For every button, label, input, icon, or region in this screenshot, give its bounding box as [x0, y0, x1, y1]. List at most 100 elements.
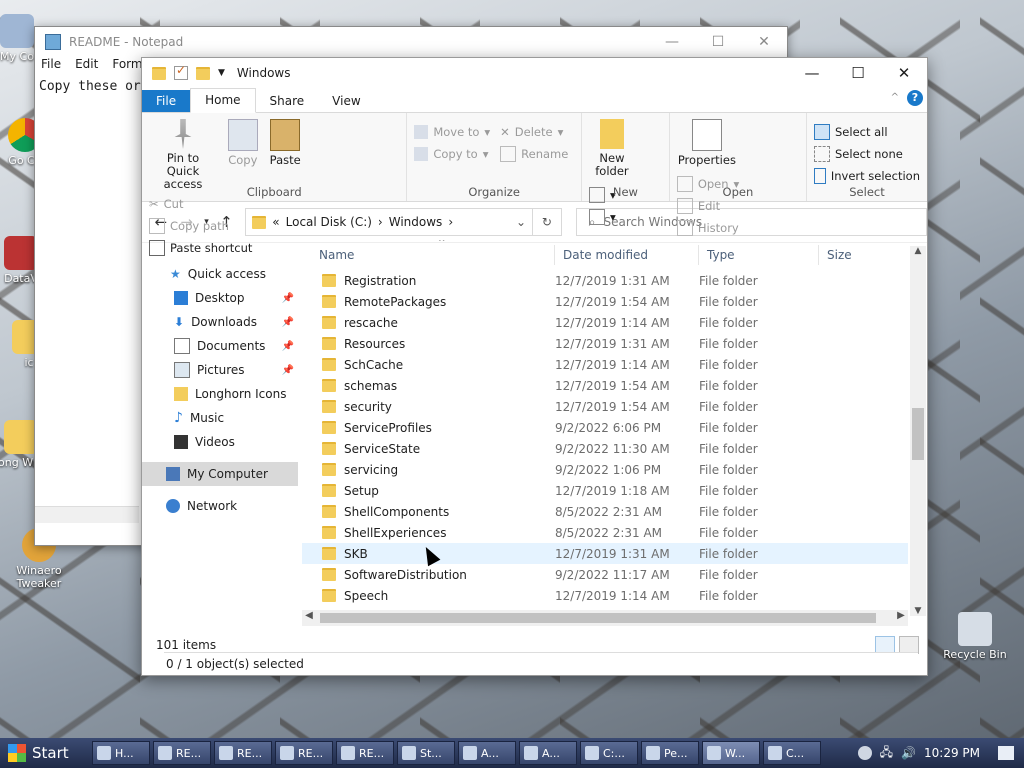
breadcrumb-windows[interactable]: Windows	[389, 215, 443, 229]
file-name-cell[interactable]: RemotePackages	[302, 295, 555, 309]
search-input[interactable]: ⌕ Search Windows	[575, 208, 928, 236]
file-name-cell[interactable]: SoftwareDistribution	[302, 568, 555, 582]
table-row[interactable]: Resources 12/7/2019 1:31 AM File folder	[302, 333, 908, 354]
table-row[interactable]: SchCache 12/7/2019 1:14 AM File folder	[302, 354, 908, 375]
pin-icon[interactable]: 📌	[282, 317, 294, 328]
history-button[interactable]: History	[674, 217, 743, 239]
table-row[interactable]: Registration 12/7/2019 1:31 AM File folder	[302, 270, 908, 291]
maximize-icon[interactable]: ☐	[695, 34, 741, 50]
table-row[interactable]: Setup 12/7/2019 1:18 AM File folder	[302, 480, 908, 501]
file-name-cell[interactable]: Setup	[302, 484, 555, 498]
maximize-icon[interactable]: ☐	[835, 58, 881, 88]
nav-documents[interactable]: Documents 📌	[142, 334, 298, 358]
desktop-icon-recycle-bin[interactable]: Recycle Bin	[940, 612, 1010, 661]
properties-check-icon[interactable]	[174, 63, 188, 80]
chevron-down-icon[interactable]: ⌄	[510, 215, 532, 229]
address-overflow[interactable]: «	[272, 215, 279, 229]
tab-home[interactable]: Home	[190, 88, 256, 113]
nav-quick-access[interactable]: ★ Quick access	[142, 262, 298, 286]
breadcrumb-local-disk[interactable]: Local Disk (C:)	[286, 215, 372, 229]
address-bar[interactable]: « Local Disk (C:) › Windows › ⌄	[245, 208, 533, 236]
clock[interactable]: 10:29 PM	[924, 746, 980, 760]
collapse-ribbon-icon[interactable]: ^	[891, 92, 899, 103]
table-row[interactable]: servicing 9/2/2022 1:06 PM File folder	[302, 459, 908, 480]
table-row[interactable]: SKB 12/7/2019 1:31 AM File folder	[302, 543, 908, 564]
scroll-right-icon[interactable]: ▶	[894, 610, 908, 621]
easy-access-button[interactable]: ▾	[586, 206, 619, 228]
new-folder-button[interactable]: New folder	[586, 117, 638, 180]
file-name-cell[interactable]: rescache	[302, 316, 555, 330]
nav-longhorn-icons[interactable]: Longhorn Icons	[142, 382, 298, 406]
table-row[interactable]: ServiceProfiles 9/2/2022 6:06 PM File fold…	[302, 417, 908, 438]
pin-to-quick-access-button[interactable]: Pin to Quick access	[146, 117, 220, 193]
taskbar-button[interactable]: RE...	[214, 741, 272, 765]
file-name-cell[interactable]: ShellComponents	[302, 505, 555, 519]
select-none-button[interactable]: Select none	[811, 143, 923, 165]
file-name-cell[interactable]: ServiceState	[302, 442, 555, 456]
column-name[interactable]: Name	[302, 245, 555, 265]
minimize-icon[interactable]: —	[649, 34, 695, 50]
file-name-cell[interactable]: Resources	[302, 337, 555, 351]
explorer-titlebar[interactable]: ▼ Windows — ☐ ✕	[142, 58, 927, 88]
new-folder-icon[interactable]	[196, 66, 210, 80]
minimize-icon[interactable]: —	[789, 58, 835, 88]
copy-button[interactable]: Copy	[224, 117, 262, 169]
nav-network[interactable]: Network	[142, 494, 298, 518]
volume-icon[interactable]: 🔊	[901, 746, 916, 760]
taskbar-button[interactable]: H...	[92, 741, 150, 765]
scroll-thumb[interactable]	[320, 613, 876, 623]
delete-button[interactable]: ✕ Delete ▾	[497, 121, 571, 143]
start-button[interactable]: Start	[0, 739, 86, 767]
file-name-cell[interactable]: Speech	[302, 589, 555, 603]
properties-button[interactable]: Properties	[674, 117, 740, 169]
help-icon[interactable]: ?	[907, 90, 923, 106]
file-name-cell[interactable]: security	[302, 400, 555, 414]
taskbar-button[interactable]: C:...	[580, 741, 638, 765]
table-row[interactable]: ShellExperiences 8/5/2022 2:31 AM File fol…	[302, 522, 908, 543]
notepad-hscrollbar[interactable]	[35, 506, 139, 523]
select-all-button[interactable]: Select all	[811, 121, 923, 143]
taskbar-button[interactable]: A...	[519, 741, 577, 765]
tab-file[interactable]: File	[142, 90, 191, 112]
notifications-icon[interactable]	[998, 746, 1014, 760]
taskbar-button[interactable]: W...	[702, 741, 760, 765]
rename-button[interactable]: Rename	[497, 143, 571, 165]
taskbar-button[interactable]: RE...	[336, 741, 394, 765]
vertical-scrollbar[interactable]: ▲ ▼	[910, 246, 926, 616]
table-row[interactable]: Speech 12/7/2019 1:14 AM File folder	[302, 585, 908, 606]
table-row[interactable]: rescache 12/7/2019 1:14 AM File folder	[302, 312, 908, 333]
notepad-titlebar[interactable]: README - Notepad — ☐ ✕	[35, 27, 787, 57]
column-date-modified[interactable]: Date modified	[555, 245, 699, 265]
menu-file[interactable]: File	[41, 57, 61, 77]
network-tray-icon[interactable]: 🖧	[880, 743, 893, 764]
pin-icon[interactable]: 📌	[282, 293, 294, 304]
scroll-down-icon[interactable]: ▼	[910, 606, 926, 616]
taskbar-button[interactable]: RE...	[275, 741, 333, 765]
chevron-right-icon[interactable]: ›	[448, 215, 453, 229]
nav-my-computer[interactable]: My Computer	[142, 462, 298, 486]
taskbar-button[interactable]: A...	[458, 741, 516, 765]
taskbar-button[interactable]: C...	[763, 741, 821, 765]
clock-tray-icon[interactable]	[857, 746, 872, 760]
scroll-up-icon[interactable]: ▲	[910, 246, 926, 256]
table-row[interactable]: SoftwareDistribution 9/2/2022 11:17 AM Fil…	[302, 564, 908, 585]
scroll-left-icon[interactable]: ◀	[302, 610, 316, 621]
chevron-down-icon[interactable]: ▼	[218, 68, 225, 78]
taskbar-button[interactable]: RE...	[153, 741, 211, 765]
invert-selection-button[interactable]: Invert selection	[811, 165, 923, 187]
file-name-cell[interactable]: schemas	[302, 379, 555, 393]
file-name-cell[interactable]: servicing	[302, 463, 555, 477]
chevron-right-icon[interactable]: ›	[378, 215, 383, 229]
explorer-window[interactable]: ▼ Windows — ☐ ✕ File Home Share View ^ ?…	[141, 57, 928, 676]
move-to-button[interactable]: Move to ▾	[411, 121, 493, 143]
taskbar-button[interactable]: Pe...	[641, 741, 699, 765]
table-row[interactable]: schemas 12/7/2019 1:54 AM File folder	[302, 375, 908, 396]
refresh-icon[interactable]: ↻	[533, 208, 562, 236]
table-row[interactable]: ServiceState 9/2/2022 11:30 AM File folder	[302, 438, 908, 459]
pin-icon[interactable]: 📌	[282, 341, 294, 352]
file-name-cell[interactable]: ServiceProfiles	[302, 421, 555, 435]
paste-button[interactable]: Paste	[266, 117, 305, 169]
nav-desktop[interactable]: Desktop 📌	[142, 286, 298, 310]
copy-path-button[interactable]: Copy path	[146, 215, 255, 237]
taskbar-button[interactable]: St...	[397, 741, 455, 765]
